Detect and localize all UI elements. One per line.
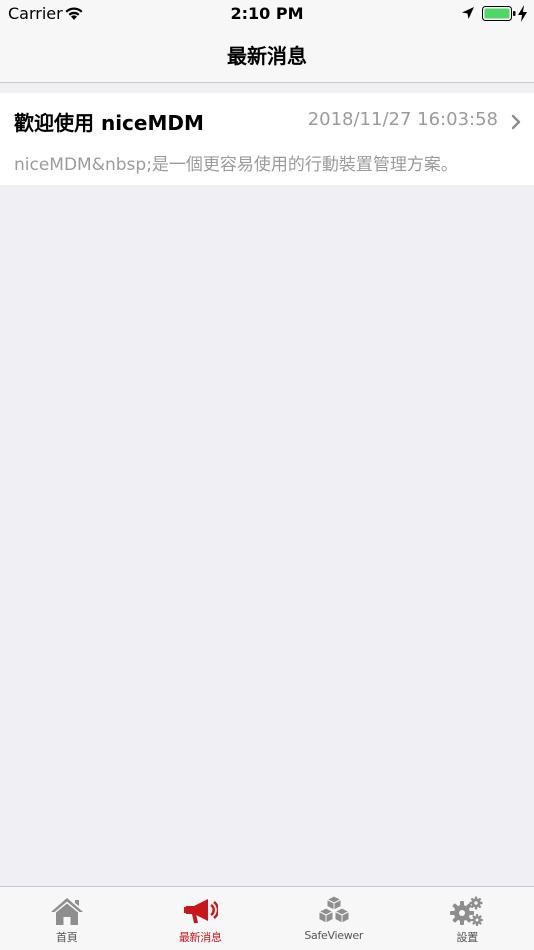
message-date: 2018/11/27 16:03:58 [307, 109, 498, 130]
tab-bar: 首頁 最新消息 SafeViewer 設置 [0, 886, 534, 950]
tab-safeviewer-label: SafeViewer [304, 929, 364, 942]
screen: Carrier 2:10 PM 最新消息 歡迎使用 niceMDM 2018/1… [0, 0, 534, 950]
location-arrow-icon [462, 7, 474, 19]
gears-icon [450, 896, 484, 926]
tab-settings-label: 設置 [456, 931, 479, 944]
battery-icon [482, 6, 516, 21]
status-bar: Carrier 2:10 PM [0, 0, 534, 28]
cubes-icon [317, 895, 350, 924]
home-icon [50, 898, 83, 925]
tab-home-label: 首頁 [56, 931, 78, 944]
message-preview: niceMDM&nbsp;是一個更容易使用的行動裝置管理方案。 [14, 155, 458, 175]
tab-settings[interactable]: 設置 [401, 887, 534, 950]
tab-home[interactable]: 首頁 [0, 887, 134, 950]
tab-news[interactable]: 最新消息 [134, 887, 268, 950]
chevron-right-icon [511, 114, 521, 130]
megaphone-icon [184, 899, 219, 923]
message-list: 歡迎使用 niceMDM 2018/11/27 16:03:58 niceMDM… [0, 93, 534, 185]
status-time: 2:10 PM [230, 4, 304, 23]
charging-icon [518, 5, 527, 22]
navigation-bar: 最新消息 [0, 28, 534, 83]
tab-safeviewer[interactable]: SafeViewer [267, 887, 401, 950]
message-row[interactable]: 歡迎使用 niceMDM 2018/11/27 16:03:58 niceMDM… [0, 93, 534, 185]
message-title: 歡迎使用 niceMDM [14, 111, 204, 135]
page-title: 最新消息 [227, 44, 307, 68]
tab-news-label: 最新消息 [178, 931, 222, 944]
